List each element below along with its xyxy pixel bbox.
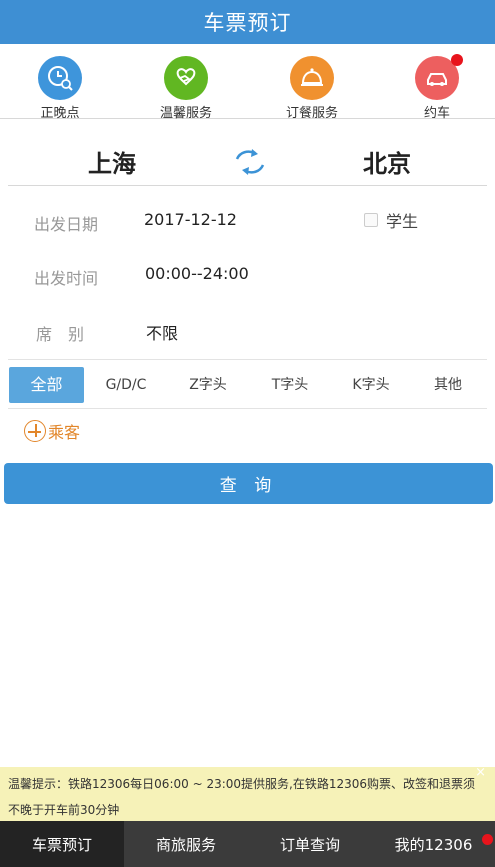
time-value[interactable]: 00:00--24:00 (145, 264, 249, 283)
tab-label: 订单查询 (279, 835, 340, 854)
notice-line: 温馨提示：铁路12306每日06:00 ~ 23:00提供服务,在铁路12306… (8, 777, 476, 791)
tab-label: 商旅服务 (155, 835, 216, 854)
swap-arrows-icon[interactable] (234, 146, 266, 178)
service-label: 温馨服务 (159, 106, 212, 121)
tab-order-query[interactable]: 订单查询 (248, 821, 372, 867)
title-bar: 车票预订 (0, 0, 495, 44)
student-checkbox[interactable]: 学生 (364, 208, 418, 232)
handshake-heart-icon (164, 56, 208, 100)
notification-badge (482, 834, 493, 845)
passenger-label: 乘客 (48, 423, 81, 442)
filter-z[interactable]: Z字头 (170, 367, 246, 403)
close-icon[interactable]: × (475, 766, 486, 779)
filter-other[interactable]: 其他 (410, 367, 486, 403)
tab-label: 我的12306 (394, 835, 473, 854)
service-shortcuts: 正晚点 温馨服务 订餐服务 约车 (0, 44, 495, 121)
clock-search-icon (38, 56, 82, 100)
filter-all[interactable]: 全部 (9, 367, 84, 403)
add-passenger[interactable]: 乘客 (24, 419, 80, 443)
dish-cloche-icon (290, 56, 334, 100)
filter-t[interactable]: T字头 (252, 367, 328, 403)
filter-gdc[interactable]: G/D/C (89, 367, 163, 403)
time-label: 出发时间 (34, 269, 99, 288)
notification-badge (451, 54, 463, 66)
notice-banner: 温馨提示：铁路12306每日06:00 ~ 23:00提供服务,在铁路12306… (0, 766, 495, 821)
tab-business-travel[interactable]: 商旅服务 (124, 821, 248, 867)
query-button[interactable]: 查 询 (4, 463, 493, 504)
service-car-hailing[interactable]: 约车 (397, 54, 477, 121)
service-catering[interactable]: 订餐服务 (272, 56, 352, 121)
notice-line: 不晚于开车前30分钟 (8, 803, 120, 817)
car-icon (415, 54, 463, 100)
filter-k[interactable]: K字头 (333, 367, 409, 403)
student-label: 学生 (386, 212, 419, 231)
tab-label: 车票预订 (31, 835, 92, 854)
tab-my-12306[interactable]: 我的12306 (372, 821, 495, 867)
service-label: 约车 (423, 106, 450, 121)
to-station[interactable]: 北京 (363, 144, 411, 179)
page-title: 车票预订 (203, 11, 292, 35)
service-care[interactable]: 温馨服务 (146, 56, 226, 121)
date-value[interactable]: 2017-12-12 (144, 210, 237, 229)
checkbox-box[interactable] (364, 213, 378, 227)
seat-label: 席 别 (36, 325, 85, 344)
route-selector: 上海 北京 (8, 132, 487, 186)
bottom-tab-bar: 车票预订 商旅服务 订单查询 我的12306 (0, 821, 495, 867)
service-delay-info[interactable]: 正晚点 (20, 56, 100, 121)
from-station[interactable]: 上海 (88, 144, 136, 179)
plus-circle-icon (24, 420, 46, 442)
train-type-filters: 全部 G/D/C Z字头 T字头 K字头 其他 (8, 359, 487, 409)
service-label: 正晚点 (40, 106, 80, 121)
tab-ticket-booking[interactable]: 车票预订 (0, 821, 124, 867)
service-label: 订餐服务 (285, 106, 338, 121)
seat-value[interactable]: 不限 (146, 320, 178, 344)
date-label: 出发日期 (34, 215, 99, 234)
